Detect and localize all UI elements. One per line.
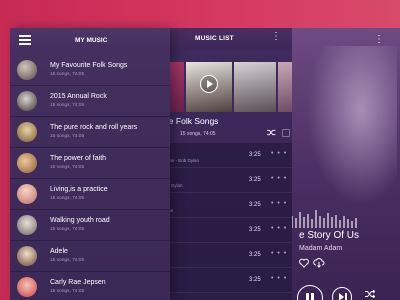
playlist-name: 2015 Annual Rock — [50, 93, 107, 100]
track-row[interactable]: 3:25 • • • — [157, 243, 292, 268]
album-cover[interactable] — [278, 62, 292, 112]
my-music-screen: MY MUSIC My Favourite Folk Songs 15 song… — [10, 28, 170, 300]
playlist-item[interactable]: 2015 Annual Rock 15 songs, 74:05 — [10, 86, 170, 117]
playlist-avatar — [17, 122, 37, 142]
playlist-name: The pure rock and roll years — [50, 124, 138, 131]
playlist-name: Adele — [50, 248, 68, 255]
playlist-item[interactable]: Living,is a practice 15 songs, 74:05 — [10, 179, 170, 210]
playlist-avatar — [17, 91, 37, 111]
play-icon[interactable] — [200, 75, 218, 93]
now-playing-screen: ⋮ e Story Of Us Madam Adam — [285, 28, 400, 300]
more-icon[interactable]: • • • — [271, 150, 287, 157]
artist-photo — [307, 46, 397, 206]
more-icon[interactable]: • • • — [271, 200, 287, 207]
track-row[interactable]: rst b Dylan - Bob Dylan 3:25 • • • — [157, 143, 292, 168]
playlist-avatar — [17, 60, 37, 80]
playlist-meta: 15 songs, 74:05 — [50, 165, 85, 170]
page-title: MUSIC LIST — [195, 35, 234, 42]
album-cover[interactable] — [234, 62, 276, 112]
hamburger-icon[interactable] — [19, 35, 31, 45]
track-duration: 3:25 — [249, 202, 261, 208]
more-icon[interactable]: • • • — [271, 175, 287, 182]
track-duration: 3:25 — [249, 277, 261, 283]
more-icon[interactable]: • • • — [271, 225, 287, 232]
page-title: MY MUSIC — [75, 37, 108, 44]
album-carousel[interactable] — [157, 62, 292, 112]
track-row[interactable]: 3:25 • • • — [157, 268, 292, 293]
more-icon[interactable]: • • • — [271, 250, 287, 257]
heart-icon[interactable] — [299, 258, 309, 268]
shuffle-icon[interactable] — [267, 129, 276, 136]
track-duration: 3:25 — [249, 152, 261, 158]
cloud-download-icon[interactable] — [313, 258, 325, 268]
kebab-icon[interactable]: ⋮ — [374, 34, 384, 45]
playlist-item[interactable]: Carly Rae Jepsen 15 songs, 74:05 — [10, 272, 170, 300]
track-duration: 3:25 — [249, 177, 261, 183]
playlist-item[interactable]: Adele 15 songs, 74:05 — [10, 241, 170, 272]
playlist-meta: 15 songs, 74:05 — [50, 72, 85, 77]
music-list-screen: MUSIC LIST ⋮ urite Folk Songs 15 songs, … — [157, 28, 292, 300]
music-list-header: MUSIC LIST ⋮ — [157, 28, 292, 50]
playlist-meta: 15 songs, 74:05 — [50, 258, 85, 263]
playlist-meta: 15 songs, 74:05 — [50, 134, 85, 139]
track-row[interactable]: 3:25 • • • — [157, 218, 292, 243]
playlist-name: My Favourite Folk Songs — [50, 62, 128, 69]
playlist-avatar — [17, 184, 37, 204]
next-button[interactable] — [332, 287, 352, 300]
repeat-icon[interactable] — [282, 129, 290, 137]
pause-button[interactable] — [297, 285, 323, 300]
song-title: e Story Of Us — [299, 230, 360, 241]
playlist-name: Living,is a practice — [50, 186, 108, 193]
track-list: rst b Dylan - Bob Dylan 3:25 • • • - Bob… — [157, 143, 292, 300]
album-meta: 15 songs, 74:05 — [180, 131, 216, 137]
waveform-visual — [287, 210, 357, 228]
playlist-avatar — [17, 246, 37, 266]
track-row[interactable]: - Bob Dylan 3:25 • • • — [157, 168, 292, 193]
playlist-meta: 15 songs, 74:05 — [50, 289, 85, 294]
playlist-name: Walking youth road — [50, 217, 110, 224]
kebab-icon[interactable]: ⋮ — [271, 31, 281, 42]
playlist-name: Carly Rae Jepsen — [50, 279, 106, 286]
playlist-name: The power of faith — [50, 155, 107, 162]
shuffle-icon[interactable] — [365, 290, 375, 298]
playlist-item[interactable]: The power of faith 15 songs, 74:05 — [10, 148, 170, 179]
playlist-meta: 15 songs, 74:05 — [50, 227, 85, 232]
playlist-item[interactable]: My Favourite Folk Songs 15 songs, 74:05 — [10, 55, 170, 86]
playlist-avatar — [17, 153, 37, 173]
playlist-meta: 15 songs, 74:05 — [50, 103, 85, 108]
more-icon[interactable]: • • • — [271, 275, 287, 282]
track-duration: 3:25 — [249, 252, 261, 258]
my-music-header: MY MUSIC — [10, 28, 170, 52]
track-duration: 3:25 — [249, 227, 261, 233]
playlist-avatar — [17, 277, 37, 297]
song-artist: Madam Adam — [299, 245, 343, 252]
playlist-meta: 15 songs, 74:05 — [50, 196, 85, 201]
playlist-avatar — [17, 215, 37, 235]
track-row[interactable]: ber - Dylan 3:25 • • • — [157, 193, 292, 218]
playlist-item[interactable]: Walking youth road 15 songs, 74:05 — [10, 210, 170, 241]
playlist-item[interactable]: The pure rock and roll years 15 songs, 7… — [10, 117, 170, 148]
